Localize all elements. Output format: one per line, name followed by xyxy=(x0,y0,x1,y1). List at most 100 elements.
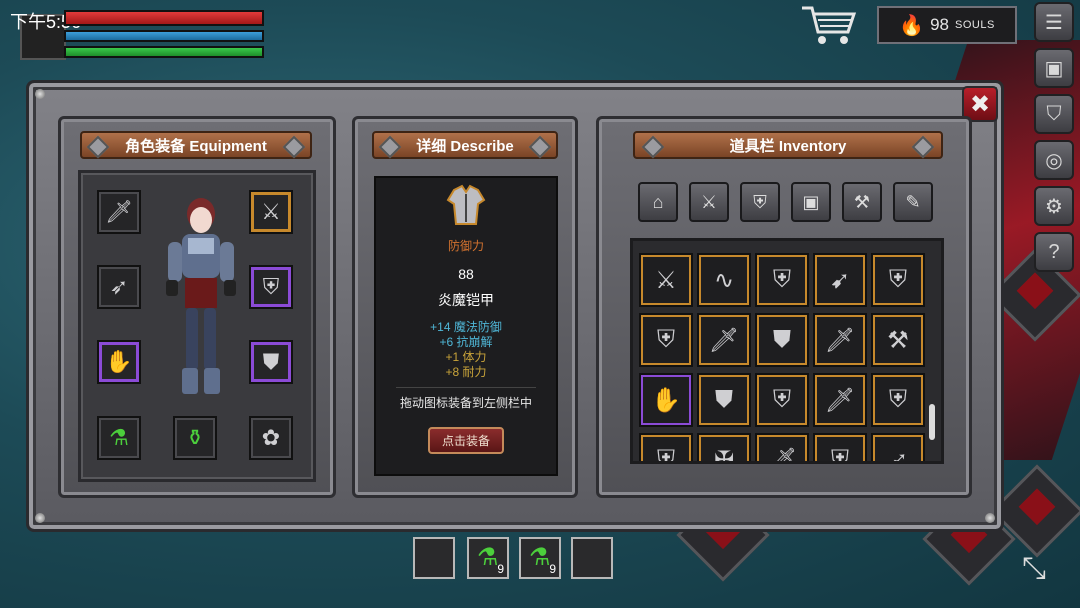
slot-potion-1[interactable]: ⚗ xyxy=(97,416,141,460)
player-stat-bars xyxy=(64,10,264,62)
category-weapons-icon[interactable]: ⚔ xyxy=(689,182,729,222)
inventory-slot[interactable]: ⛊ xyxy=(755,313,809,367)
inventory-slot[interactable]: ⛊ xyxy=(697,373,751,427)
inventory-slot[interactable]: ∿ xyxy=(697,253,751,307)
spear-icon: ➹ xyxy=(829,266,851,294)
inventory-grid: ⚔ ∿ ⛨ ➹ ⛨ ⛨ 🗡 ⛊ 🗡 ⚒ ✋ ⛊ ⛨ 🗡 ⛨ ⛨ ✠ 🗡 ⛨ ➹ xyxy=(630,238,944,464)
slot-offhand[interactable]: ⚔ xyxy=(249,190,293,234)
menu-list-icon[interactable]: ☰ xyxy=(1034,2,1074,42)
slot-quiver[interactable]: ➶ xyxy=(97,265,141,309)
gauntlet-icon: ✋ xyxy=(105,349,133,374)
chest-armor-icon xyxy=(446,184,486,225)
chest-armor-icon: ⛨ xyxy=(889,266,907,293)
item-stat-type: 防御力 xyxy=(447,239,484,253)
equipment-title-banner: 角色装备 Equipment xyxy=(80,131,312,159)
item-bonus-stat: +14 魔法防御 xyxy=(430,320,502,334)
chest-armor-icon: ⛨ xyxy=(657,326,675,353)
slot-boots[interactable]: ⛊ xyxy=(249,340,293,384)
item-bonus-stat: +8 耐力 xyxy=(445,365,487,379)
inventory-slot[interactable]: ⛨ xyxy=(755,373,809,427)
inventory-slot[interactable]: ✋ xyxy=(639,373,693,427)
character-model xyxy=(166,198,236,394)
close-icon: ✖ xyxy=(969,90,991,118)
flame-icon: 🔥 xyxy=(899,14,925,37)
crossed-swords-icon: ⚔ xyxy=(261,199,281,224)
inventory-scrollbar[interactable] xyxy=(929,404,935,440)
helmet-icon[interactable]: ⛉ xyxy=(1034,94,1074,134)
inventory-slot[interactable]: ⛨ xyxy=(813,433,867,464)
item-count: 9 xyxy=(549,562,556,576)
item-bonus-stat: +1 体力 xyxy=(445,350,487,364)
equip-button[interactable]: 点击装备 xyxy=(427,427,504,454)
item-bonus-stats: +14 魔法防御 +6 抗崩解 +1 体力 +8 耐力 xyxy=(376,320,556,380)
inventory-slot[interactable]: ⚔ xyxy=(639,253,693,307)
inventory-slot[interactable]: 🗡 xyxy=(697,313,751,367)
souls-counter: 🔥 98 SOULS xyxy=(877,6,1017,44)
settings-gear-icon[interactable]: ⚙ xyxy=(1034,186,1074,226)
inventory-slot[interactable]: ⛨ xyxy=(871,253,925,307)
inventory-title: 道具栏 Inventory xyxy=(729,137,847,155)
inventory-slot[interactable]: ⛨ xyxy=(639,313,693,367)
battle-axe-icon: ⚒ xyxy=(887,326,909,354)
inventory-slot[interactable]: ➹ xyxy=(871,433,925,461)
chest-armor-icon: ⛨ xyxy=(657,446,675,464)
dagger-icon: 🗡 xyxy=(708,326,740,354)
inventory-slot[interactable]: ⚒ xyxy=(871,313,925,367)
slot-armor[interactable]: ⛨ xyxy=(249,265,293,309)
inventory-slot[interactable]: 🗡 xyxy=(755,433,809,461)
inventory-slot[interactable]: ➹ xyxy=(813,253,867,307)
sword-icon: 🗡 xyxy=(824,386,856,414)
shop-cart-icon[interactable] xyxy=(800,4,858,48)
right-side-menu: ☰ ▣ ⛉ ◎ ⚙? xyxy=(1034,2,1078,278)
equipment-title: 角色装备 Equipment xyxy=(125,137,267,155)
item-stat-value: 88 xyxy=(458,266,474,282)
armor-icon: ⛨ xyxy=(262,274,280,299)
quickbar-slot-2[interactable]: ⚗ 9 xyxy=(467,537,509,579)
chest-armor-icon: ⛨ xyxy=(831,446,849,464)
category-armor-icon[interactable]: ⛨ xyxy=(740,182,780,222)
boots-icon: ⛊ xyxy=(715,386,733,413)
quickbar-slot-4[interactable] xyxy=(571,537,613,579)
souls-count: 98 xyxy=(930,15,950,34)
help-icon[interactable]: ? xyxy=(1034,232,1074,272)
quiver-icon: ➶ xyxy=(109,274,129,299)
potion-round-icon: ⚱ xyxy=(185,425,205,450)
slot-accessory[interactable]: ✿ xyxy=(249,416,293,460)
quickbar-slot-1[interactable] xyxy=(413,537,455,579)
gauntlet-icon: ✋ xyxy=(651,386,681,414)
quickbar-slot-3[interactable]: ⚗ 9 xyxy=(519,537,561,579)
inventory-slot[interactable]: 🗡 xyxy=(813,373,867,427)
category-accessory-icon[interactable]: ▣ xyxy=(791,182,831,222)
item-bonus-stat: +6 抗崩解 xyxy=(439,335,493,349)
category-all-basket-icon[interactable]: ⌂ xyxy=(638,182,678,222)
category-scroll-icon[interactable]: ✎ xyxy=(893,182,933,222)
souls-label: SOULS xyxy=(955,19,995,31)
category-tools-hammer-icon[interactable]: ⚒ xyxy=(842,182,882,222)
chest-armor-icon: ⛨ xyxy=(773,266,791,293)
item-count: 9 xyxy=(497,562,504,576)
inventory-slot[interactable]: ⛨ xyxy=(871,373,925,427)
greaves-icon: ⛊ xyxy=(262,349,280,374)
potion-flask-icon: ⚗ xyxy=(109,425,129,450)
crossed-blades-icon: ⚔ xyxy=(655,266,677,294)
slot-gloves[interactable]: ✋ xyxy=(97,340,141,384)
backpack-icon[interactable]: ▣ xyxy=(1034,48,1074,88)
slot-potion-2[interactable]: ⚱ xyxy=(173,416,217,460)
inventory-slot[interactable]: ⛨ xyxy=(755,253,809,307)
drag-hint: 拖动图标装备到左侧栏中 xyxy=(399,396,532,410)
mana-bar xyxy=(64,30,264,42)
potion-flask-icon: ⚗ xyxy=(477,544,499,571)
inventory-slot[interactable]: ✠ xyxy=(697,433,751,464)
inventory-slot[interactable]: 🗡 xyxy=(813,313,867,367)
paw-icon: ✿ xyxy=(261,425,281,450)
potion-flask-icon: ⚗ xyxy=(529,544,551,571)
describe-title: 详细 Describe xyxy=(416,137,514,155)
describe-title-banner: 详细 Describe xyxy=(372,131,558,159)
emblem-icon[interactable]: ◎ xyxy=(1034,140,1074,180)
resize-arrows-icon[interactable]: ⤡ xyxy=(1022,552,1068,598)
stamina-bar xyxy=(64,46,264,58)
inventory-slot[interactable]: ⛨ xyxy=(639,433,693,464)
sword-icon: 🗡 xyxy=(824,326,856,354)
crossbow-icon: ✠ xyxy=(713,446,735,464)
slot-weapon[interactable]: 🗡 xyxy=(97,190,141,234)
